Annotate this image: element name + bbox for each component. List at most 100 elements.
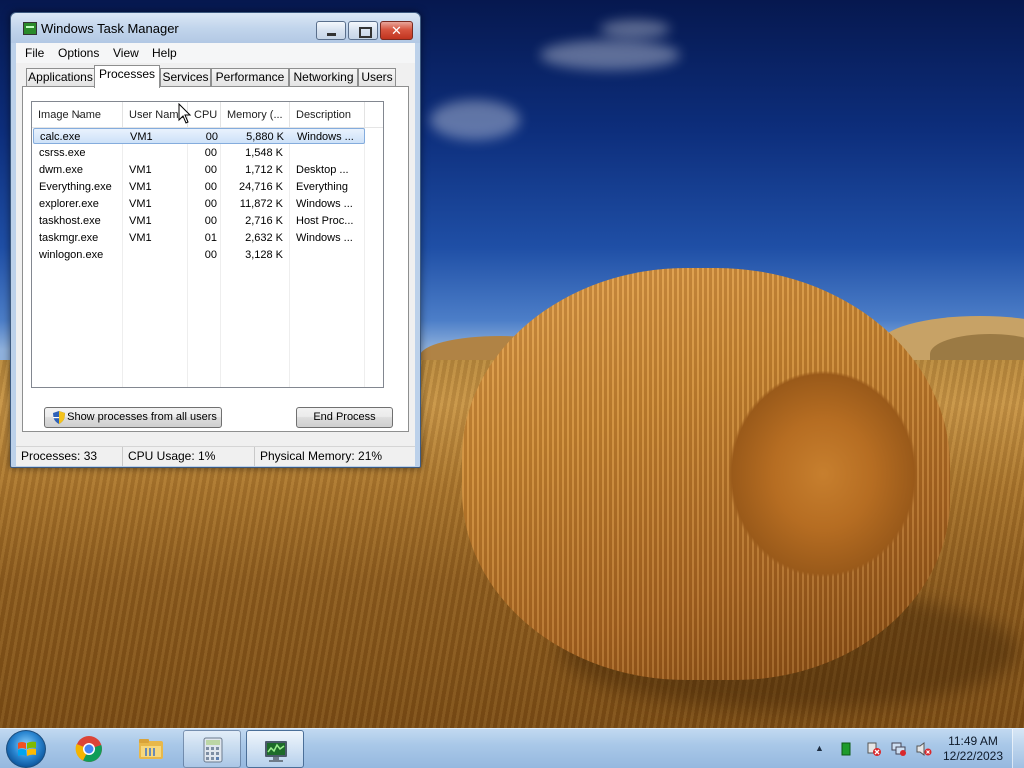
cell-image-name: dwm.exe (39, 164, 84, 176)
close-icon: ✕ (391, 23, 402, 38)
cell-description (296, 247, 364, 263)
cell-user-name (129, 145, 187, 161)
clock-time: 11:49 AM (948, 734, 998, 748)
process-row[interactable]: Everything.exe VM1 00 24,716 K Everything (33, 179, 365, 195)
chrome-icon (75, 736, 102, 762)
menu-help[interactable]: Help (147, 45, 182, 61)
show-all-processes-label: Show processes from all users (67, 411, 217, 423)
cell-cpu: 01 (204, 232, 217, 244)
minimize-button[interactable] (316, 21, 346, 40)
process-list-header: ▲ Image Name User Name CPU Memory (... D… (32, 102, 383, 128)
cell-user-name: VM1 (129, 215, 152, 227)
cell-memory: 11,872 K (239, 198, 283, 210)
tab-performance[interactable]: Performance (211, 68, 289, 87)
taskbar-chrome[interactable] (60, 730, 118, 768)
window-title: Windows Task Manager (41, 21, 179, 36)
status-process-count: Processes: 33 (16, 447, 123, 466)
maximize-button[interactable] (348, 21, 378, 40)
close-button[interactable]: ✕ (380, 21, 413, 40)
network-icon[interactable] (891, 741, 907, 757)
taskbar-file-explorer[interactable] (122, 730, 180, 768)
process-row[interactable]: calc.exe VM1 00 5,880 K Windows ... (33, 128, 365, 144)
taskbar-clock[interactable]: 11:49 AM 12/22/2023 (937, 734, 1009, 764)
tab-services[interactable]: Services (160, 68, 211, 87)
status-bar: Processes: 33 CPU Usage: 1% Physical Mem… (16, 446, 415, 466)
cell-image-name: Everything.exe (39, 181, 112, 193)
show-all-processes-button[interactable]: Show processes from all users (44, 407, 222, 428)
show-desktop-button[interactable] (1012, 729, 1024, 768)
cell-memory: 24,716 K (238, 181, 283, 193)
cell-cpu: 00 (204, 249, 217, 261)
mouse-cursor-icon (178, 103, 192, 124)
cell-description: Desktop ... (296, 164, 349, 176)
taskbar-calculator[interactable] (183, 730, 241, 768)
show-hidden-icons-button[interactable]: ▲ (815, 743, 824, 753)
cell-description (296, 145, 364, 161)
cell-cpu: 00 (205, 131, 218, 143)
cell-user-name: VM1 (129, 164, 152, 176)
cell-image-name: winlogon.exe (39, 249, 104, 261)
volume-muted-icon[interactable] (916, 741, 932, 757)
taskbar-task-manager[interactable] (246, 730, 304, 768)
cell-image-name: taskmgr.exe (39, 232, 99, 244)
status-physical-memory: Physical Memory: 21% (260, 449, 383, 463)
cell-description: Windows ... (297, 131, 354, 143)
column-header-cpu[interactable]: CPU (188, 102, 221, 128)
tab-strip: Applications Processes Services Performa… (16, 65, 415, 88)
hay-bale-image (462, 268, 950, 680)
end-process-button[interactable]: End Process (296, 407, 393, 428)
task-manager-icon (265, 741, 287, 762)
green-bar-tray-icon[interactable] (838, 741, 854, 757)
cell-cpu: 00 (204, 147, 217, 159)
cell-description: Everything (296, 181, 348, 193)
action-center-icon[interactable] (866, 741, 882, 757)
title-bar[interactable]: Windows Task Manager ✕ (11, 13, 420, 43)
windows-logo-icon (18, 741, 36, 756)
process-row[interactable]: explorer.exe VM1 00 11,872 K Windows ... (33, 196, 365, 212)
cell-memory: 1,712 K (245, 164, 283, 176)
cell-description: Host Proc... (296, 215, 354, 227)
cell-cpu: 00 (204, 215, 217, 227)
process-row[interactable]: winlogon.exe 00 3,128 K (33, 247, 365, 263)
cell-cpu: 00 (204, 198, 217, 210)
window-client-area: File Options View Help Applications Proc… (16, 43, 415, 466)
cell-user-name: VM1 (129, 232, 152, 244)
uac-shield-icon (53, 411, 65, 424)
column-header-memory[interactable]: Memory (... (221, 102, 290, 128)
cell-image-name: calc.exe (40, 131, 81, 143)
cell-description: Windows ... (296, 198, 353, 210)
process-row[interactable]: dwm.exe VM1 00 1,712 K Desktop ... (33, 162, 365, 178)
tab-processes[interactable]: Processes (94, 65, 160, 88)
cell-description: Windows ... (296, 232, 353, 244)
start-button[interactable] (6, 730, 46, 768)
cell-image-name: csrss.exe (39, 147, 86, 159)
minimize-icon (317, 22, 345, 39)
clock-date: 12/22/2023 (942, 749, 1004, 763)
sort-ascending-icon: ▲ (75, 112, 82, 119)
cell-image-name: explorer.exe (39, 198, 99, 210)
process-row[interactable]: taskmgr.exe VM1 01 2,632 K Windows ... (33, 230, 365, 246)
process-list[interactable]: ▲ Image Name User Name CPU Memory (... D… (31, 101, 384, 388)
menu-bar: File Options View Help (16, 43, 415, 63)
cell-memory: 3,128 K (245, 249, 283, 261)
cell-cpu: 00 (204, 164, 217, 176)
menu-file[interactable]: File (20, 45, 49, 61)
tab-networking[interactable]: Networking (289, 68, 358, 87)
cell-user-name: VM1 (129, 198, 152, 210)
menu-options[interactable]: Options (53, 45, 104, 61)
cell-memory: 1,548 K (245, 147, 283, 159)
tab-users[interactable]: Users (358, 68, 396, 87)
taskbar: ▲ 11:49 AM 12/22/2023 (0, 728, 1024, 768)
process-row[interactable]: taskhost.exe VM1 00 2,716 K Host Proc... (33, 213, 365, 229)
column-header-image-name[interactable]: ▲ Image Name (32, 102, 123, 128)
maximize-icon (349, 22, 377, 39)
menu-view[interactable]: View (108, 45, 144, 61)
column-header-description[interactable]: Description (290, 102, 365, 128)
cell-image-name: taskhost.exe (39, 215, 101, 227)
tab-applications[interactable]: Applications (26, 68, 95, 87)
cell-cpu: 00 (204, 181, 217, 193)
process-row[interactable]: csrss.exe 00 1,548 K (33, 145, 365, 161)
cell-user-name: VM1 (130, 131, 153, 143)
status-cpu-usage: CPU Usage: 1% (123, 447, 255, 466)
task-manager-app-icon (23, 22, 37, 35)
